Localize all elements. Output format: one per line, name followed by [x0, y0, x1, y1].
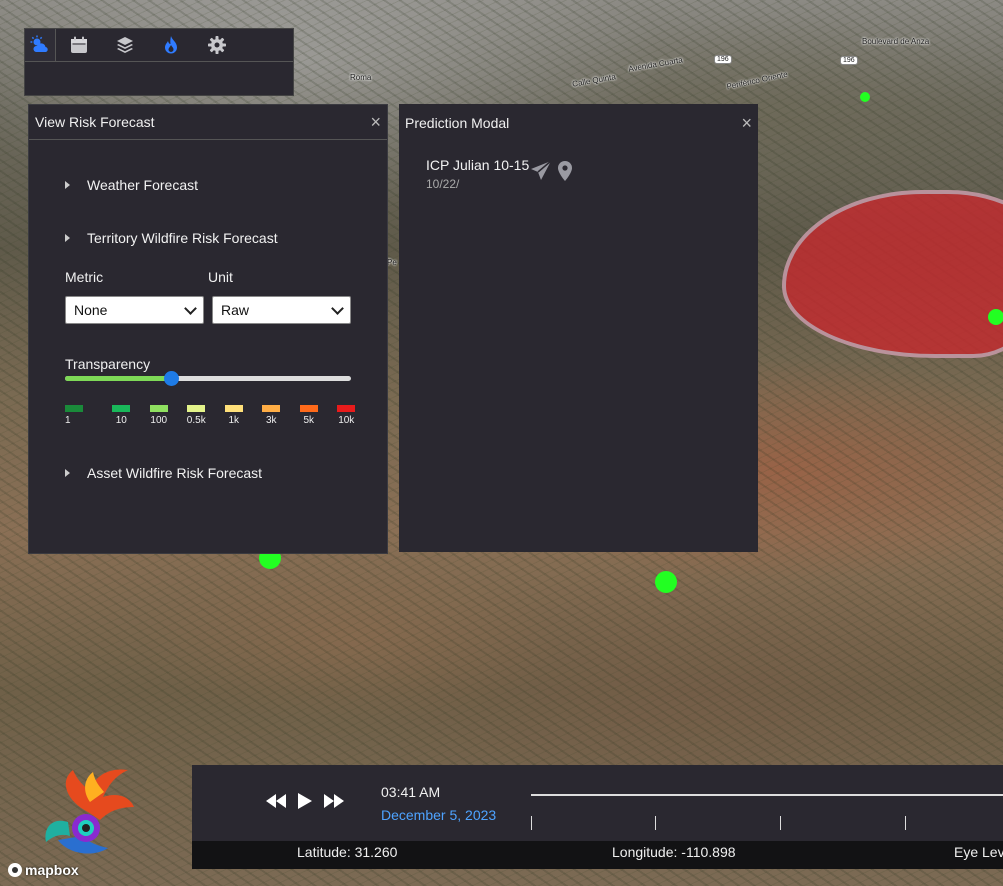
chevron-down-icon: [331, 301, 344, 315]
unit-select[interactable]: Raw: [212, 296, 351, 324]
fire-button[interactable]: [148, 29, 194, 61]
territory-risk-toggle[interactable]: Territory Wildfire Risk Forecast: [65, 230, 278, 246]
legend-swatch: [337, 405, 356, 412]
transparency-label: Transparency: [65, 356, 151, 372]
caret-right-icon: [65, 181, 70, 189]
prediction-modal: Prediction Modal × ICP Julian 10-15 10/2…: [399, 104, 758, 552]
gear-icon: [208, 36, 226, 54]
timeline-panel: 03:41 AM December 5, 2023: [192, 765, 1003, 841]
current-time: 03:41 AM: [381, 784, 441, 800]
chevron-down-icon: [184, 301, 197, 315]
map-street-label: Boulevard de Anza: [862, 37, 930, 46]
panel-header: Prediction Modal ×: [399, 104, 758, 142]
close-button[interactable]: ×: [370, 113, 381, 131]
unit-select-value: Raw: [221, 302, 250, 318]
risk-forecast-panel: View Risk Forecast × Weather Forecast Te…: [28, 104, 388, 554]
map-place-label: Roma: [350, 73, 372, 82]
map-toolbar: [24, 28, 294, 96]
slider-fill: [65, 376, 171, 381]
calendar-button[interactable]: [56, 29, 102, 61]
legend-swatch: [112, 405, 131, 412]
legend-label: 1: [65, 415, 71, 426]
legend-item: 100: [140, 405, 178, 426]
risk-legend: 1 10 100 0.5k 1k 3k 5k 10k: [65, 405, 365, 426]
close-button[interactable]: ×: [741, 114, 752, 132]
legend-item: 3k: [253, 405, 291, 426]
layers-icon: [117, 37, 133, 53]
legend-label: 100: [150, 415, 168, 426]
prediction-date: 10/22/: [426, 177, 460, 191]
legend-label: 1k: [228, 415, 240, 426]
phoenix-logo: [45, 769, 134, 854]
fast-forward-icon[interactable]: [324, 794, 344, 808]
metric-select-value: None: [74, 302, 108, 318]
send-icon[interactable]: [530, 160, 552, 182]
timeline-track[interactable]: [531, 794, 1003, 796]
mapbox-logo-icon: [8, 863, 22, 877]
caret-right-icon: [65, 469, 70, 477]
highway-shield: 196: [840, 56, 858, 65]
timeline-tick: [655, 816, 656, 830]
legend-label: 0.5k: [186, 415, 206, 426]
map-point-marker[interactable]: [988, 309, 1003, 325]
legend-swatch: [187, 405, 206, 412]
timeline-tick: [531, 816, 532, 830]
calendar-icon: [71, 36, 87, 53]
legend-item: 10: [103, 405, 141, 426]
section-label: Asset Wildfire Risk Forecast: [87, 465, 263, 481]
coordinate-bar: Latitude: 31.260 Longitude: -110.898 Eye…: [192, 841, 1003, 869]
legend-label: 10k: [338, 415, 355, 426]
metric-label: Metric: [65, 269, 104, 285]
prediction-item[interactable]: ICP Julian 10-15 10/22/: [426, 157, 529, 191]
legend-item: 0.5k: [178, 405, 216, 426]
panel-title: View Risk Forecast: [35, 114, 155, 130]
highway-shield: 196: [714, 55, 732, 64]
legend-item: 10k: [328, 405, 366, 426]
timeline-tick: [780, 816, 781, 830]
panel-header: View Risk Forecast ×: [29, 105, 387, 140]
map-pin-icon[interactable]: [554, 160, 576, 182]
legend-label: 10: [115, 415, 127, 426]
eye-level-readout: Eye Lev: [954, 844, 1003, 860]
legend-item: 1k: [215, 405, 253, 426]
asset-risk-toggle[interactable]: Asset Wildfire Risk Forecast: [65, 465, 262, 481]
settings-button[interactable]: [194, 29, 240, 61]
panel-title: Prediction Modal: [405, 115, 510, 131]
current-date[interactable]: December 5, 2023: [381, 807, 496, 823]
transparency-slider[interactable]: [65, 371, 351, 386]
legend-swatch: [65, 405, 83, 412]
caret-right-icon: [65, 234, 70, 242]
section-label: Territory Wildfire Risk Forecast: [87, 230, 278, 246]
unit-label: Unit: [208, 269, 233, 285]
slider-handle[interactable]: [163, 371, 179, 386]
longitude-readout: Longitude: -110.898: [612, 844, 736, 860]
mapbox-attribution[interactable]: mapbox: [8, 862, 79, 878]
prediction-name: ICP Julian 10-15: [426, 157, 530, 173]
play-icon[interactable]: [298, 793, 312, 809]
metric-select[interactable]: None: [65, 296, 204, 324]
legend-label: 5k: [303, 415, 315, 426]
timeline-tick: [905, 816, 906, 830]
layers-button[interactable]: [102, 29, 148, 61]
legend-label: 3k: [265, 415, 277, 426]
prediction-actions: [530, 160, 576, 182]
playback-controls: [266, 793, 344, 809]
legend-item: 5k: [290, 405, 328, 426]
map-place-label: Pe: [387, 258, 397, 267]
weather-forecast-toggle[interactable]: Weather Forecast: [65, 177, 198, 193]
legend-swatch: [224, 405, 243, 412]
legend-item: 1: [65, 405, 103, 426]
weather-button[interactable]: [25, 29, 56, 61]
rewind-icon[interactable]: [266, 794, 286, 808]
legend-swatch: [262, 405, 281, 412]
weather-icon: [30, 35, 48, 52]
legend-swatch: [299, 405, 318, 412]
map-point-marker[interactable]: [655, 571, 677, 593]
section-label: Weather Forecast: [87, 177, 199, 193]
legend-swatch: [149, 405, 168, 412]
map-point-marker[interactable]: [860, 92, 870, 102]
mapbox-wordmark: mapbox: [25, 862, 79, 878]
fire-icon: [165, 36, 177, 54]
latitude-readout: Latitude: 31.260: [297, 844, 398, 860]
